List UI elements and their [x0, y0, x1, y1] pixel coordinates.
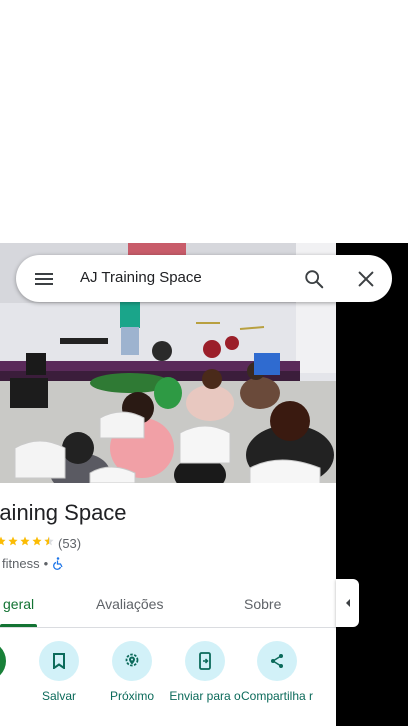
- tab-reviews[interactable]: Avaliações: [96, 596, 163, 612]
- tab-about[interactable]: Sobre: [244, 596, 281, 612]
- active-tab-indicator: [0, 624, 37, 627]
- send-to-phone-label: Enviar para o: [169, 689, 241, 703]
- search-icon[interactable]: [303, 268, 325, 290]
- category-separator: •: [43, 556, 49, 571]
- share-icon: [257, 641, 297, 681]
- rating-stars: [0, 536, 54, 551]
- place-name: raining Space: [0, 500, 127, 525]
- chevron-left-icon: [345, 599, 350, 607]
- action-buttons-row: s Salvar Próximo: [0, 641, 336, 726]
- share-button[interactable]: Compartilha r: [239, 641, 315, 703]
- tab-bar: geral Avaliações Sobre: [0, 583, 336, 628]
- nearby-label: Próximo: [109, 689, 154, 703]
- place-details-panel: raining Space (53) fitness • geral Avali…: [0, 483, 336, 726]
- nearby-button[interactable]: Próximo: [94, 641, 170, 703]
- rating-row[interactable]: (53): [0, 536, 81, 551]
- search-query[interactable]: AJ Training Space: [80, 269, 202, 286]
- bookmark-icon: [39, 641, 79, 681]
- send-to-phone-button[interactable]: Enviar para o: [167, 641, 243, 703]
- close-icon[interactable]: [355, 268, 377, 290]
- category-row: fitness •: [2, 556, 64, 571]
- menu-icon[interactable]: [34, 269, 54, 289]
- nearby-icon: [112, 641, 152, 681]
- collapse-panel-button[interactable]: [336, 579, 359, 627]
- tab-overview[interactable]: geral: [3, 596, 34, 612]
- place-category: fitness: [2, 556, 40, 571]
- share-label: Compartilha r: [240, 689, 314, 703]
- side-black-area: [336, 243, 408, 726]
- send-to-phone-icon: [185, 641, 225, 681]
- save-button[interactable]: Salvar: [21, 641, 97, 703]
- directions-icon: [0, 641, 6, 681]
- save-label: Salvar: [41, 689, 76, 703]
- wheelchair-accessible-icon: [53, 557, 63, 570]
- search-bar[interactable]: AJ Training Space: [16, 255, 392, 302]
- rating-count: (53): [58, 536, 82, 551]
